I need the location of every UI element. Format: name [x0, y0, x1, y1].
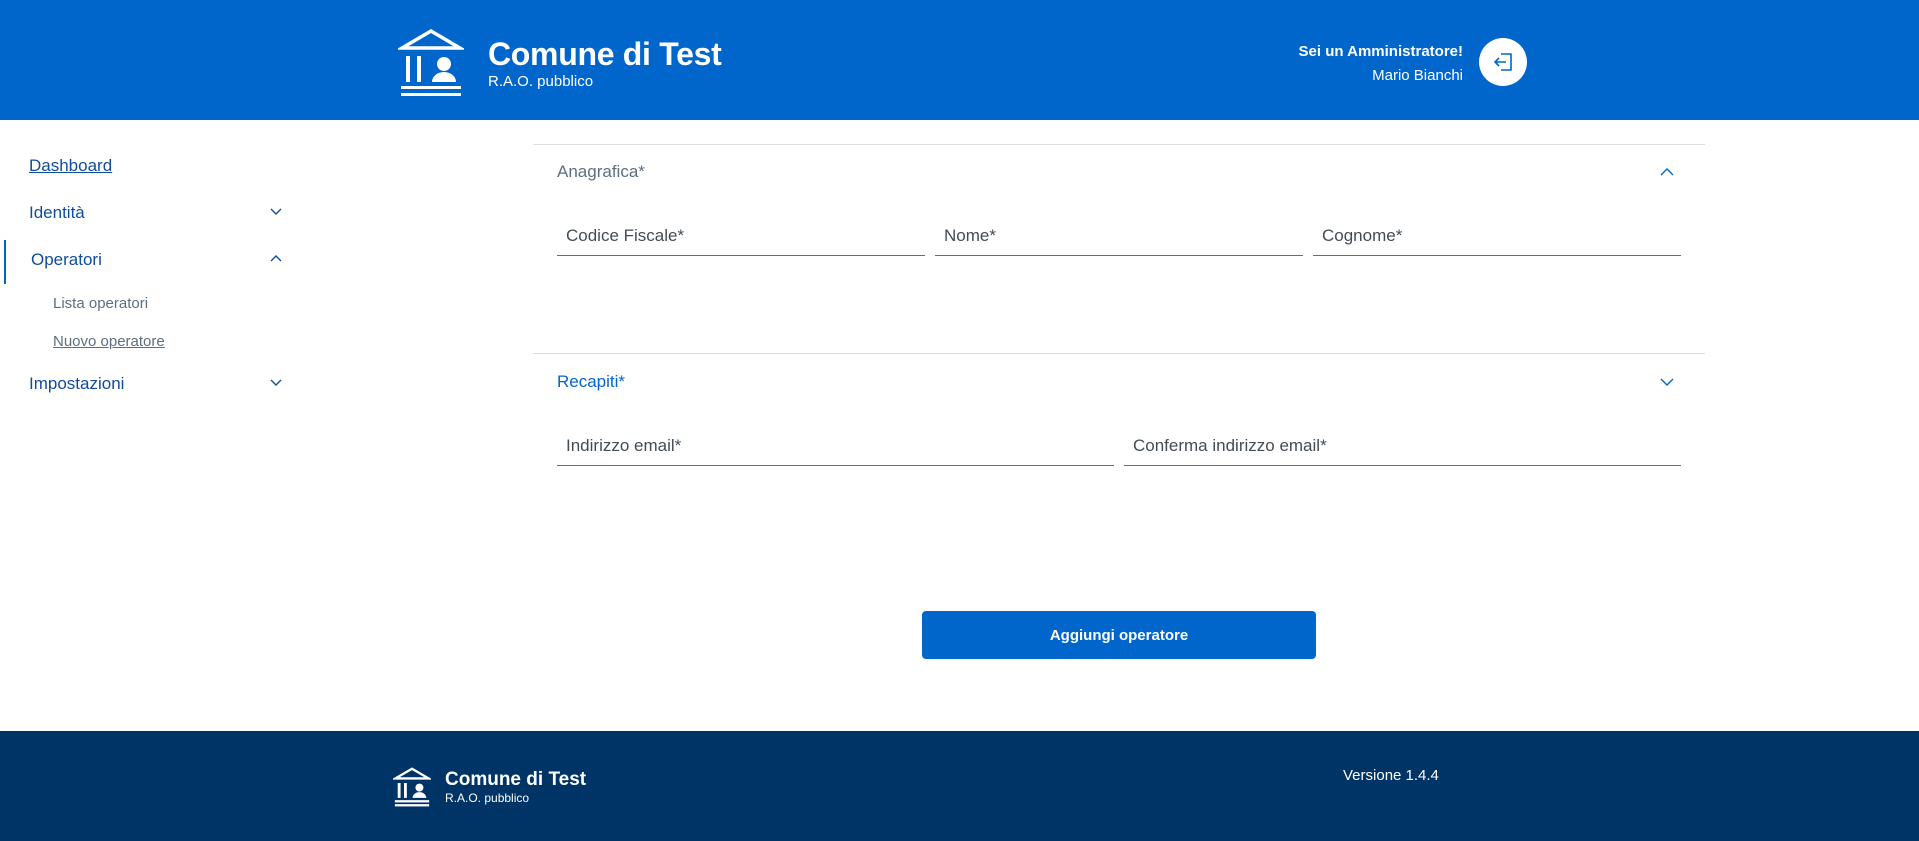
sidebar-item-impostazioni[interactable]: Impostazioni	[29, 374, 124, 394]
app-subtitle: R.A.O. pubblico	[488, 72, 594, 90]
app-version: Versione 1.4.4	[1343, 767, 1439, 784]
section-divider	[533, 144, 1705, 145]
section-anagrafica-title[interactable]: Anagrafica*	[557, 162, 645, 182]
header-brand[interactable]: Comune di Test R.A.O. pubblico	[398, 28, 722, 98]
add-operator-button[interactable]: Aggiungi operatore	[922, 611, 1316, 659]
footer-subtitle: R.A.O. pubblico	[445, 790, 530, 805]
chevron-down-icon[interactable]	[269, 207, 283, 217]
footer-brand-text: Comune di Test R.A.O. pubblico	[445, 769, 586, 806]
user-name: Mario Bianchi	[1372, 67, 1463, 84]
user-info: Sei un Amministratore! Mario Bianchi	[1299, 42, 1463, 86]
chevron-up-icon[interactable]	[1659, 167, 1675, 177]
chevron-up-icon[interactable]	[269, 253, 283, 263]
brand-text: Comune di Test R.A.O. pubblico	[488, 35, 722, 91]
confirm-email-field[interactable]	[1124, 420, 1681, 466]
chevron-down-icon[interactable]	[1659, 377, 1675, 387]
sidebar-subitem-nuovo-operatore[interactable]: Nuovo operatore	[53, 333, 165, 350]
sidebar-subitem-lista-operatori[interactable]: Lista operatori	[53, 295, 148, 312]
logout-icon	[1493, 53, 1512, 71]
section-recapiti-title[interactable]: Recapiti*	[557, 372, 625, 392]
codice-fiscale-field[interactable]	[557, 210, 925, 256]
app-header: Comune di Test R.A.O. pubblico Sei un Am…	[0, 0, 1919, 120]
cognome-field[interactable]	[1313, 210, 1681, 256]
section-divider	[533, 353, 1705, 354]
nome-field[interactable]	[935, 210, 1303, 256]
email-field[interactable]	[557, 420, 1114, 466]
footer-brand[interactable]: Comune di Test R.A.O. pubblico	[393, 767, 586, 807]
town-hall-icon	[398, 28, 464, 96]
town-hall-icon	[393, 767, 431, 807]
logout-button[interactable]	[1479, 38, 1527, 86]
sidebar-item-dashboard[interactable]: Dashboard	[29, 156, 112, 176]
app-title: Comune di Test	[488, 35, 722, 72]
user-role: Sei un Amministratore!	[1298, 43, 1463, 60]
active-indicator	[4, 240, 6, 284]
sidebar-item-identita[interactable]: Identità	[29, 203, 85, 223]
chevron-down-icon[interactable]	[269, 378, 283, 388]
app-footer: Comune di Test R.A.O. pubblico Versione …	[0, 731, 1919, 841]
footer-title: Comune di Test	[445, 768, 587, 790]
sidebar-item-operatori[interactable]: Operatori	[31, 250, 102, 270]
